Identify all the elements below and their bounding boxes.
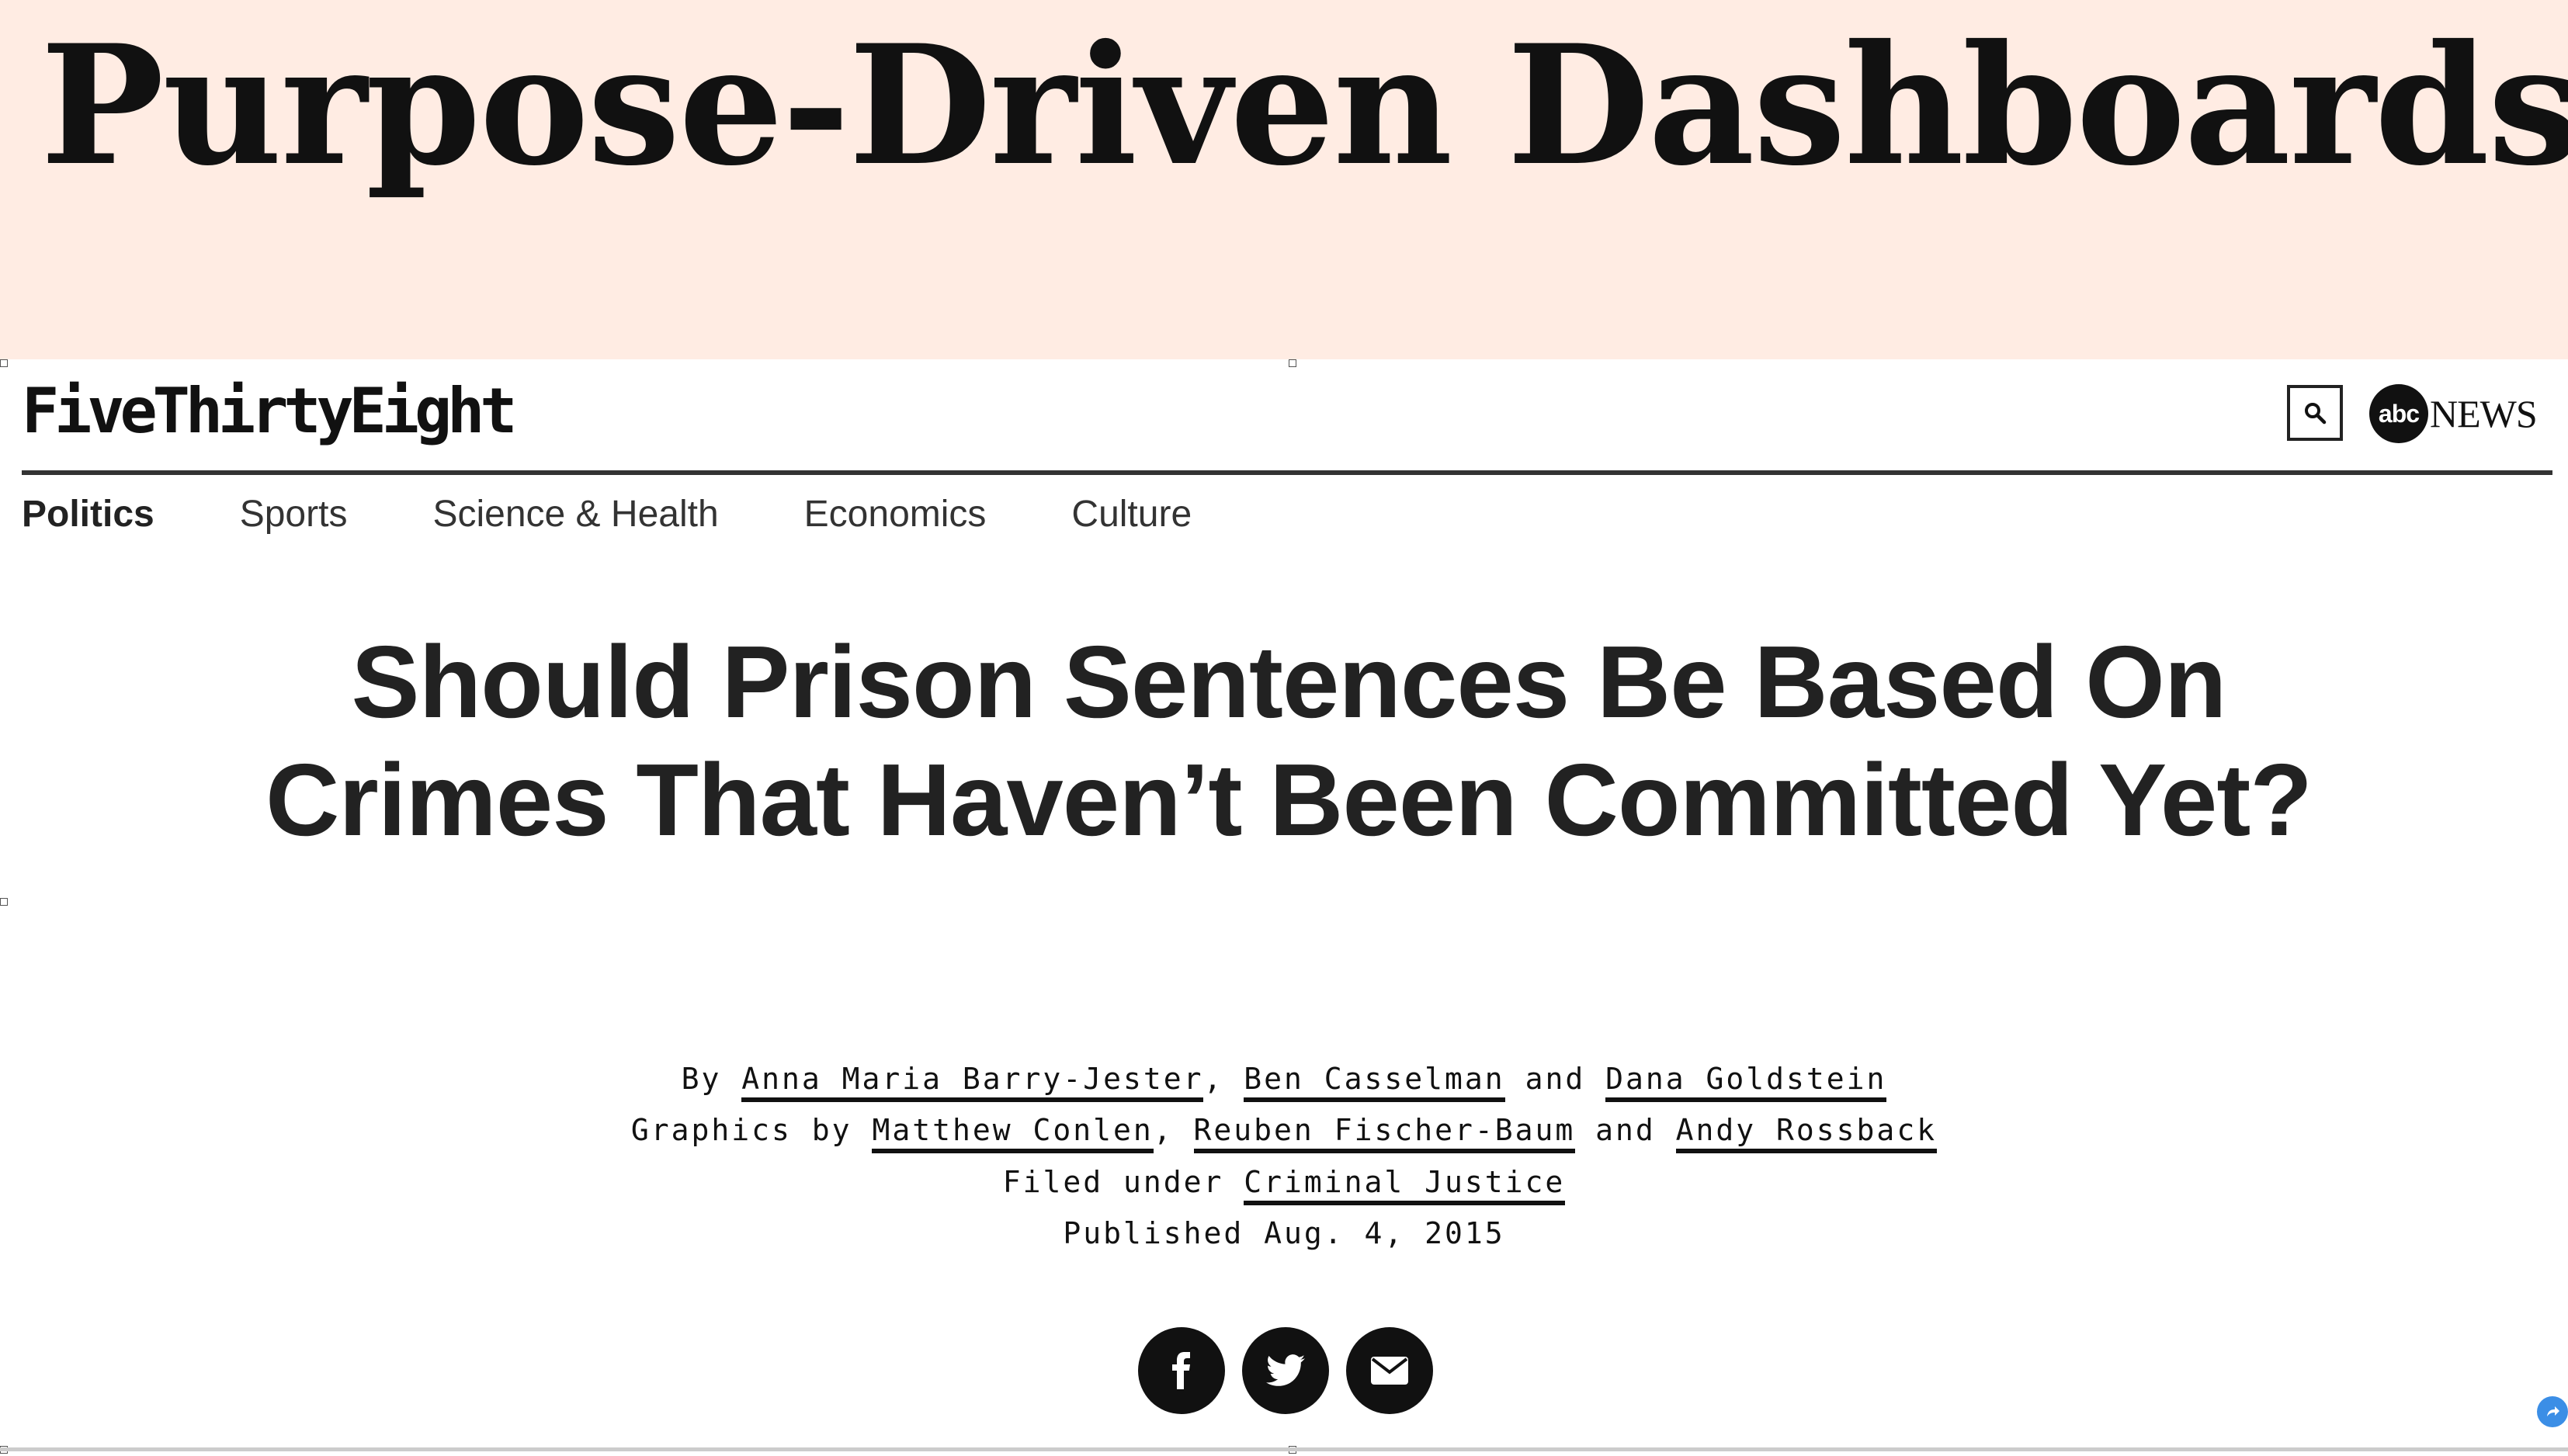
- slide-title: Purpose-Driven Dashboards: [40, 9, 2568, 202]
- nav-item-economics[interactable]: Economics: [804, 493, 987, 547]
- nav-item-sports[interactable]: Sports: [240, 493, 348, 547]
- author-link[interactable]: Dana Goldstein: [1605, 1062, 1887, 1102]
- twitter-icon: [1266, 1354, 1305, 1386]
- author-link[interactable]: Anna Maria Barry-Jester: [741, 1062, 1204, 1102]
- article-headline: Should Prison Sentences Be Based On Crim…: [265, 625, 2313, 857]
- topic-link[interactable]: Criminal Justice: [1244, 1165, 1566, 1205]
- twitter-share-button[interactable]: [1242, 1327, 1329, 1414]
- nav-item-culture[interactable]: Culture: [1071, 493, 1192, 547]
- byline-prefix: By: [681, 1062, 722, 1096]
- byline: By Anna Maria Barry-Jester, Ben Casselma…: [0, 1062, 2568, 1102]
- header-divider: [22, 470, 2552, 475]
- filed-under: Filed under Criminal Justice: [0, 1165, 2568, 1205]
- graphics-byline: Graphics by Matthew Conlen, Reuben Fisch…: [0, 1113, 2568, 1153]
- arrow-icon: [2547, 1406, 2559, 1416]
- selection-handle[interactable]: [0, 898, 8, 906]
- published-date: Published Aug. 4, 2015: [1063, 1216, 1505, 1250]
- nav-item-politics[interactable]: Politics: [22, 493, 154, 547]
- abc-news-logo[interactable]: abc NEWS: [2369, 383, 2538, 445]
- graphics-author-link[interactable]: Andy Rossback: [1675, 1113, 1938, 1153]
- embedded-webpage: FiveThirtyEight abc NEWS Politics Sports…: [0, 359, 2568, 1454]
- abc-logo-mark: abc: [2369, 384, 2428, 443]
- email-icon: [1371, 1357, 1408, 1385]
- graphics-prefix: Graphics by: [630, 1113, 852, 1147]
- section-nav: Politics Sports Science & Health Economi…: [22, 493, 1277, 547]
- facebook-icon: [1172, 1352, 1190, 1389]
- abc-logo-news: NEWS: [2430, 392, 2538, 435]
- selection-handle[interactable]: [0, 359, 8, 367]
- search-button[interactable]: [2287, 385, 2343, 441]
- search-icon: [2305, 403, 2327, 425]
- site-header: FiveThirtyEight: [22, 359, 2552, 474]
- share-arrow-icon[interactable]: [2537, 1396, 2568, 1427]
- email-share-button[interactable]: [1346, 1327, 1433, 1414]
- site-logo[interactable]: FiveThirtyEight: [22, 375, 517, 447]
- nav-item-science-health[interactable]: Science & Health: [432, 493, 718, 547]
- share-buttons: [1138, 1327, 1450, 1414]
- bottom-border: [0, 1447, 2568, 1451]
- slide-banner: Purpose-Driven Dashboards: [0, 0, 2568, 359]
- filed-prefix: Filed under: [1002, 1165, 1224, 1199]
- facebook-share-button[interactable]: [1138, 1327, 1225, 1414]
- author-link[interactable]: Ben Casselman: [1244, 1062, 1505, 1102]
- graphics-author-link[interactable]: Matthew Conlen: [872, 1113, 1154, 1153]
- graphics-author-link[interactable]: Reuben Fischer-Baum: [1193, 1113, 1576, 1153]
